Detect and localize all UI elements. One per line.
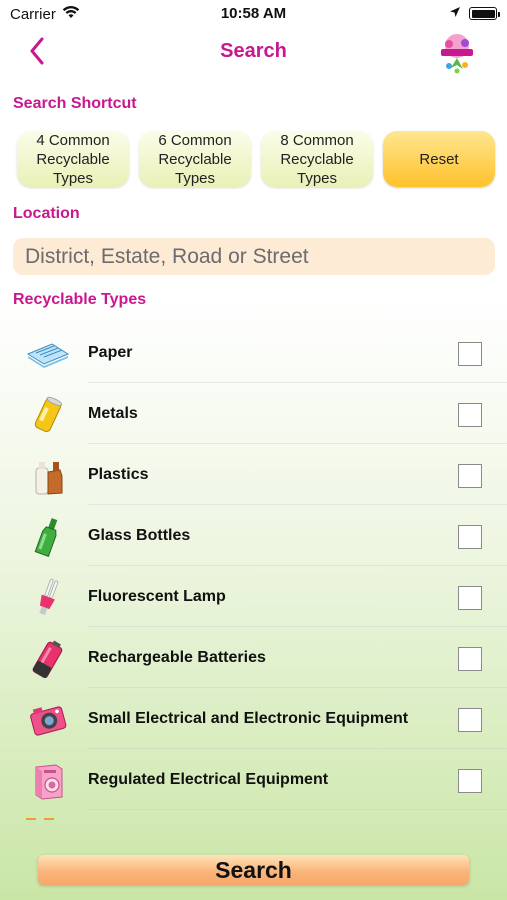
type-row-metals[interactable]: Metals: [0, 383, 507, 444]
type-row-small-electrical[interactable]: Small Electrical and Electronic Equipmen…: [0, 688, 507, 749]
shortcut-4-types-button[interactable]: 4 Common Recyclable Types: [17, 131, 129, 187]
shortcut-6-types-button[interactable]: 6 Common Recyclable Types: [139, 131, 251, 187]
status-time: 10:58 AM: [220, 5, 287, 22]
checkbox-fluorescent-lamp[interactable]: [458, 586, 482, 610]
battery-icon: [469, 7, 500, 20]
reset-button[interactable]: Reset: [383, 131, 495, 187]
type-row-rechargeable-batteries[interactable]: Rechargeable Batteries: [0, 627, 507, 688]
type-label-plastics: Plastics: [88, 466, 149, 483]
partial-next-row: [26, 818, 56, 822]
type-label-regulated-electrical: Regulated Electrical Equipment: [88, 771, 329, 788]
type-row-glass-bottles[interactable]: Glass Bottles: [0, 505, 507, 566]
camera-icon: [26, 700, 70, 740]
type-label-glass-bottles: Glass Bottles: [88, 527, 191, 544]
type-label-small-electrical: Small Electrical and Electronic Equipmen…: [88, 710, 409, 727]
location-label: Location: [13, 205, 80, 222]
metal-can-icon: [26, 395, 70, 435]
type-label-metals: Metals: [88, 405, 138, 422]
paper-icon: [26, 334, 70, 374]
type-row-regulated-electrical[interactable]: Regulated Electrical Equipment: [0, 749, 507, 810]
type-label-rechargeable-batteries: Rechargeable Batteries: [88, 649, 266, 666]
type-row-paper[interactable]: Paper: [0, 322, 507, 383]
type-label-paper: Paper: [88, 344, 133, 361]
fluorescent-lamp-icon: [26, 578, 70, 618]
checkbox-glass-bottles[interactable]: [458, 525, 482, 549]
recyclable-types-label: Recyclable Types: [13, 291, 147, 308]
checkbox-regulated-electrical[interactable]: [458, 769, 482, 793]
checkbox-paper[interactable]: [458, 342, 482, 366]
location-input[interactable]: [13, 238, 495, 275]
search-button[interactable]: Search: [38, 855, 469, 885]
status-bar: Carrier 10:58 AM: [0, 0, 507, 28]
shortcut-8-types-button[interactable]: 8 Common Recyclable Types: [261, 131, 373, 187]
checkbox-plastics[interactable]: [458, 464, 482, 488]
location-arrow-icon: [449, 5, 461, 22]
nav-bar: Search: [0, 28, 507, 78]
type-row-fluorescent-lamp[interactable]: Fluorescent Lamp: [0, 566, 507, 627]
checkbox-small-electrical[interactable]: [458, 708, 482, 732]
battery-icon: [26, 639, 70, 679]
type-row-plastics[interactable]: Plastics: [0, 444, 507, 505]
glass-bottle-icon: [26, 517, 70, 557]
checkbox-metals[interactable]: [458, 403, 482, 427]
washing-machine-icon: [26, 761, 70, 801]
search-shortcut-label: Search Shortcut: [13, 95, 137, 112]
type-label-fluorescent-lamp: Fluorescent Lamp: [88, 588, 226, 605]
app-logo: [437, 32, 477, 74]
recyclable-type-list: Paper Metals Plastics Glass Bottles Fluo…: [0, 322, 507, 810]
checkbox-rechargeable-batteries[interactable]: [458, 647, 482, 671]
page-title: Search: [220, 40, 287, 62]
status-right: [449, 5, 500, 22]
plastic-bottle-icon: [26, 456, 70, 496]
